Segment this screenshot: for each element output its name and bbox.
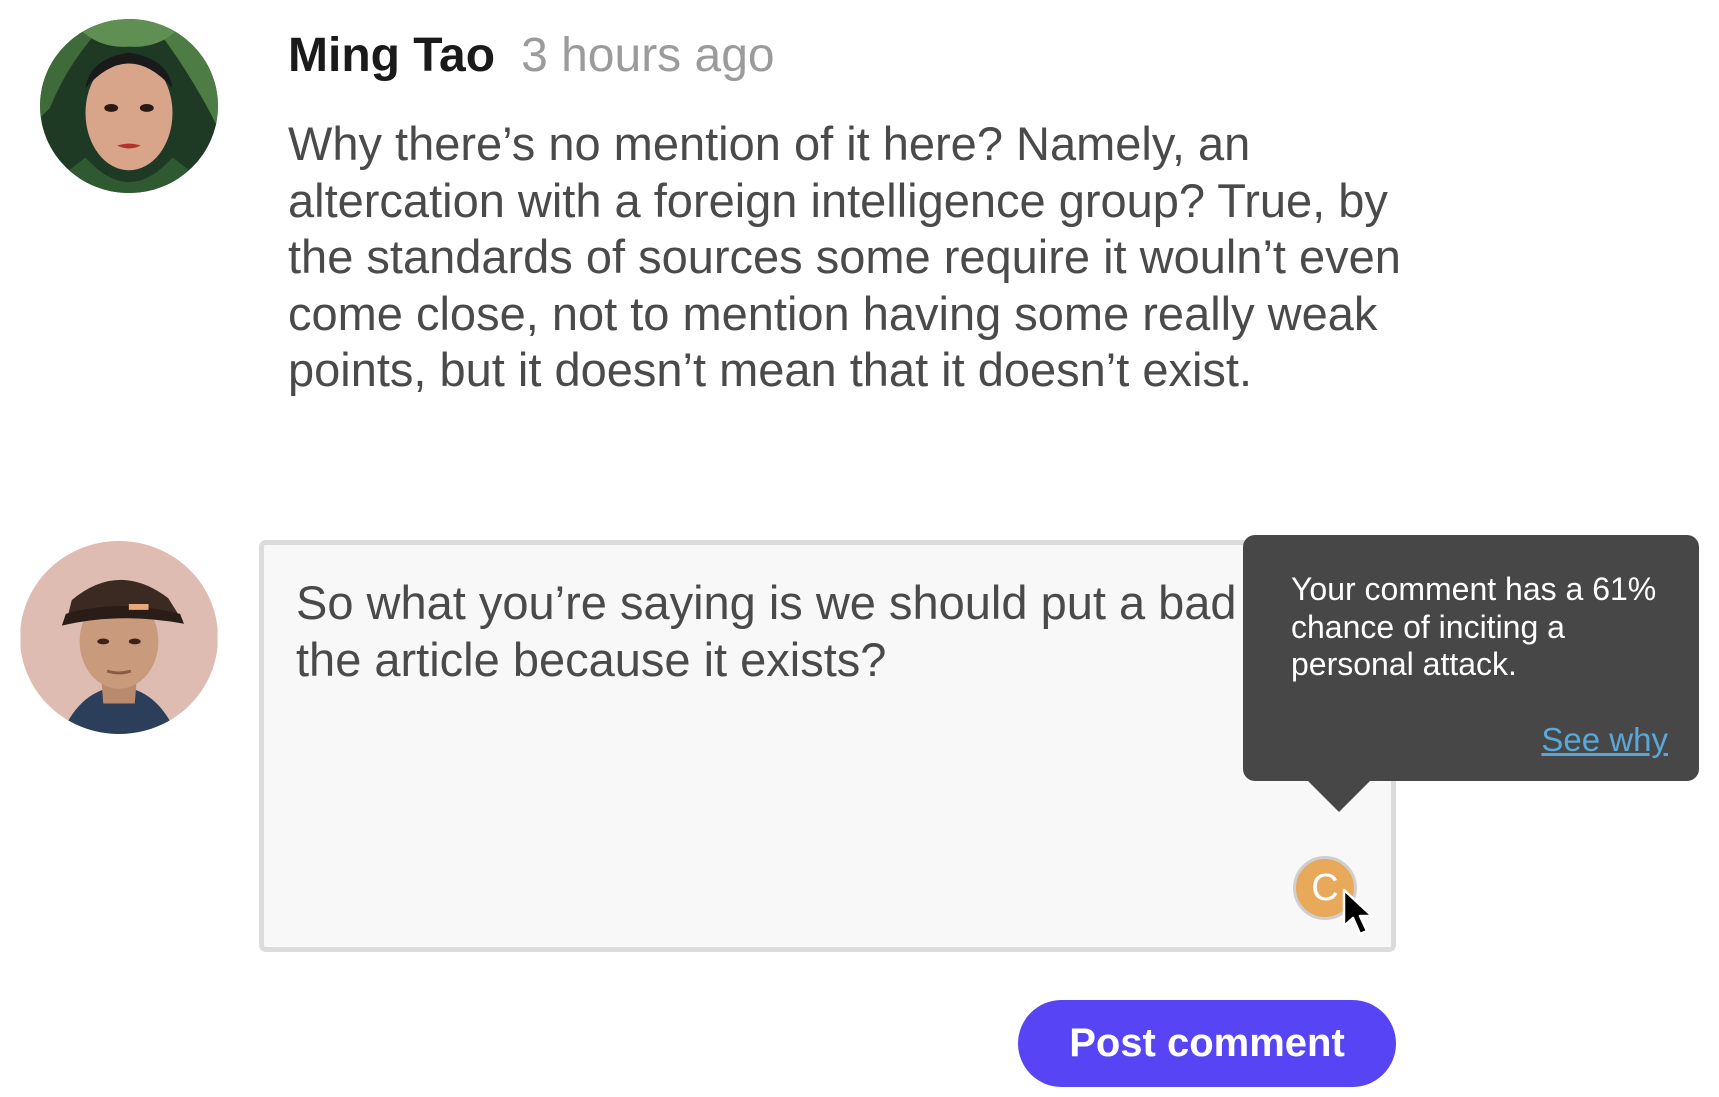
comment-header: Ming Tao 3 hours ago [288,28,775,92]
post-comment-button[interactable]: Post comment [1018,1000,1396,1087]
mouse-pointer-icon [1342,888,1374,936]
see-why-link[interactable]: See why [1541,721,1668,759]
avatar-image [20,541,218,734]
reply-draft-text[interactable]: So what you’re saying is we should put a… [296,575,1391,688]
avatar-current-user [20,541,218,734]
reply-textarea[interactable]: So what you’re saying is we should put a… [259,540,1396,952]
tooltip-message: Your comment has a 61% chance of incitin… [1291,571,1657,682]
avatar-image [40,19,218,193]
comment-body: Why there’s no mention of it here? Namel… [288,117,1401,396]
toxicity-tooltip: Your comment has a 61% chance of incitin… [1243,535,1699,781]
comment-timestamp: 3 hours ago [521,29,775,82]
author-name[interactable]: Ming Tao [288,28,495,83]
avatar-ming-tao [40,19,218,193]
tooltip-arrow [1306,779,1372,812]
